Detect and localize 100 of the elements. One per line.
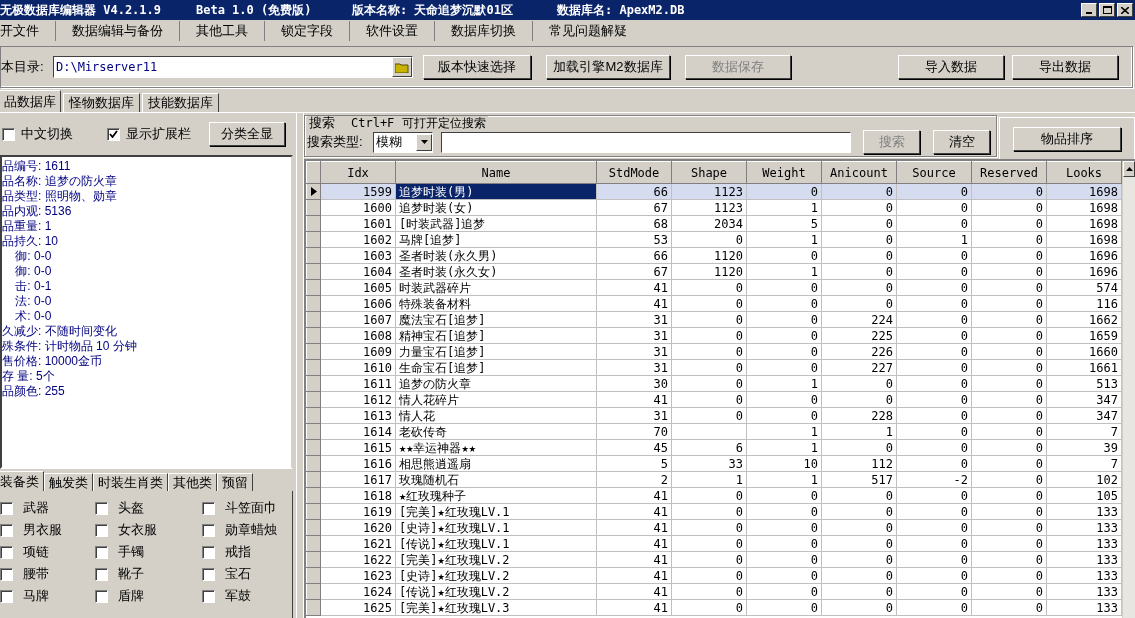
table-cell: 0	[971, 455, 1047, 472]
checkbox[interactable]	[0, 589, 13, 603]
table-cell: 追梦の防火章	[395, 375, 597, 392]
category-tab[interactable]: 预留	[217, 473, 253, 491]
column-header[interactable]: Shape	[671, 161, 747, 184]
checkbox[interactable]	[202, 523, 215, 537]
column-header[interactable]: Source	[896, 161, 972, 184]
toolbar-button[interactable]: 导入数据	[898, 55, 1004, 79]
table-cell: 1	[746, 199, 822, 216]
column-header[interactable]: StdMode	[596, 161, 672, 184]
checkbox[interactable]	[2, 127, 15, 141]
table-row[interactable]: 1606 特殊装备材料 41 0 0 0 0 0 116	[306, 295, 1122, 312]
table-cell: 0	[671, 343, 747, 360]
toolbar-button[interactable]: 加载引擎M2数据库	[546, 55, 670, 79]
sort-items-button[interactable]: 物品排序	[1013, 126, 1121, 151]
category-tab[interactable]: 装备类	[0, 471, 44, 491]
table-row[interactable]: 1619 [完美]★红玫瑰LV.1 41 0 0 0 0 0 133	[306, 503, 1122, 520]
directory-field[interactable]: D:\Mirserver11	[53, 56, 413, 78]
table-cell: 0	[746, 519, 822, 536]
table-row[interactable]: 1621 [传说]★红玫瑰LV.1 41 0 0 0 0 0 133	[306, 535, 1122, 552]
menu-item[interactable]: 其他工具	[180, 21, 265, 41]
show-all-categories-button[interactable]: 分类全显	[209, 122, 285, 146]
table-cell: 老砍传奇	[395, 423, 597, 440]
tab[interactable]: 技能数据库	[142, 93, 219, 112]
table-cell: 347	[1046, 391, 1122, 408]
menu-item[interactable]: 数据编辑与备份	[56, 21, 180, 41]
table-cell: 33	[671, 455, 747, 472]
table-cell: 1602	[320, 231, 396, 248]
table-row[interactable]: 1603 圣者时装(永久男) 66 1120 0 0 0 0 1696	[306, 247, 1122, 264]
menu-item[interactable]: 锁定字段	[265, 21, 350, 41]
table-cell: 67	[596, 263, 672, 280]
checkbox[interactable]	[202, 567, 215, 581]
checkbox[interactable]	[95, 545, 108, 559]
checkbox[interactable]	[0, 523, 13, 537]
checkbox[interactable]	[0, 545, 13, 559]
tab[interactable]: 怪物数据库	[63, 93, 140, 112]
checkbox[interactable]	[202, 501, 215, 515]
scroll-up-button[interactable]	[1123, 161, 1135, 177]
menu-item[interactable]: 软件设置	[350, 21, 435, 41]
table-row[interactable]: 1618 ★红玫瑰种子 41 0 0 0 0 0 105	[306, 487, 1122, 504]
vertical-scrollbar[interactable]	[1122, 161, 1135, 618]
checkbox[interactable]	[202, 545, 215, 559]
table-cell: 时装武器碎片	[395, 279, 597, 296]
table-cell: 0	[896, 407, 972, 424]
column-header[interactable]: Reserved	[971, 161, 1047, 184]
table-row[interactable]: 1620 [史诗]★红玫瑰LV.1 41 0 0 0 0 0 133	[306, 519, 1122, 536]
close-button[interactable]	[1117, 3, 1133, 17]
table-row[interactable]: 1612 情人花碎片 41 0 0 0 0 0 347	[306, 391, 1122, 408]
table-row[interactable]: 1600 追梦时装(女) 67 1123 1 0 0 0 1698	[306, 199, 1122, 216]
search-panel-button[interactable]: 清空	[933, 130, 990, 154]
table-row[interactable]: 1601 [时装武器]追梦 68 2034 5 0 0 0 1698	[306, 215, 1122, 232]
checkbox[interactable]	[95, 589, 108, 603]
table-cell: 133	[1046, 567, 1122, 584]
checkbox[interactable]	[107, 127, 120, 141]
table-cell: 1624	[320, 583, 396, 600]
table-row[interactable]: 1604 圣者时装(永久女) 67 1120 1 0 0 0 1696	[306, 263, 1122, 280]
table-row[interactable]: 1625 [完美]★红玫瑰LV.3 41 0 0 0 0 0 133	[306, 599, 1122, 616]
table-row[interactable]: 1623 [史诗]★红玫瑰LV.2 41 0 0 0 0 0 133	[306, 567, 1122, 584]
table-row[interactable]: 1610 生命宝石[追梦] 31 0 0 227 0 0 1661	[306, 359, 1122, 376]
table-row[interactable]: 1615 ★★幸运神器★★ 45 6 1 0 0 0 39	[306, 439, 1122, 456]
browse-folder-button[interactable]	[392, 57, 412, 77]
table-row[interactable]: 1624 [传说]★红玫瑰LV.2 41 0 0 0 0 0 133	[306, 583, 1122, 600]
maximize-button[interactable]	[1099, 3, 1115, 17]
checkbox[interactable]	[95, 523, 108, 537]
table-cell: 0	[971, 471, 1047, 488]
search-type-dropdown[interactable]: 模糊	[373, 131, 433, 153]
category-tab[interactable]: 其他类	[168, 473, 217, 491]
table-row[interactable]: 1607 魔法宝石[追梦] 31 0 0 224 0 0 1662	[306, 311, 1122, 328]
table-row[interactable]: 1602 马牌[追梦] 53 0 1 0 1 0 1698	[306, 231, 1122, 248]
column-header[interactable]: Looks	[1046, 161, 1122, 184]
checkbox[interactable]	[202, 589, 215, 603]
checkbox-label: 显示扩展栏	[126, 125, 191, 144]
menu-item[interactable]: 数据库切换	[435, 21, 533, 41]
checkbox[interactable]	[0, 501, 13, 515]
minimize-button[interactable]	[1081, 3, 1097, 17]
table-row[interactable]: 1616 相思熊逍遥扇 5 33 10 112 0 0 7	[306, 455, 1122, 472]
column-header[interactable]: Weight	[746, 161, 822, 184]
checkbox[interactable]	[0, 567, 13, 581]
menu-item[interactable]: 常见问题解疑	[533, 21, 643, 41]
toolbar-button[interactable]: 导出数据	[1012, 55, 1118, 79]
checkbox[interactable]	[95, 567, 108, 581]
table-row[interactable]: 1608 精神宝石[追梦] 31 0 0 225 0 0 1659	[306, 327, 1122, 344]
table-row[interactable]: 1617 玫瑰随机石 2 1 1 517 -2 0 102	[306, 471, 1122, 488]
table-row[interactable]: 1613 情人花 31 0 0 228 0 0 347	[306, 407, 1122, 424]
table-row[interactable]: 1611 追梦の防火章 30 0 1 0 0 0 513	[306, 375, 1122, 392]
table-row[interactable]: 1614 老砍传奇 70 1 1 0 0 7	[306, 423, 1122, 440]
table-row[interactable]: 1622 [完美]★红玫瑰LV.2 41 0 0 0 0 0 133	[306, 551, 1122, 568]
table-row[interactable]: 1605 时装武器碎片 41 0 0 0 0 0 574	[306, 279, 1122, 296]
checkbox[interactable]	[95, 501, 108, 515]
toolbar-button[interactable]: 版本快速选择	[423, 55, 531, 79]
category-tab[interactable]: 时装生肖类	[93, 473, 168, 491]
column-header[interactable]: Idx	[320, 161, 396, 184]
table-cell: 0	[821, 551, 897, 568]
tab[interactable]: 品数据库	[0, 90, 61, 112]
menu-item[interactable]: 开文件	[0, 21, 56, 41]
category-tab[interactable]: 触发类	[44, 473, 93, 491]
column-header[interactable]: Name	[395, 161, 597, 184]
column-header[interactable]: Anicount	[821, 161, 897, 184]
search-input[interactable]	[441, 131, 851, 153]
table-row[interactable]: 1609 力量宝石[追梦] 31 0 0 226 0 0 1660	[306, 343, 1122, 360]
